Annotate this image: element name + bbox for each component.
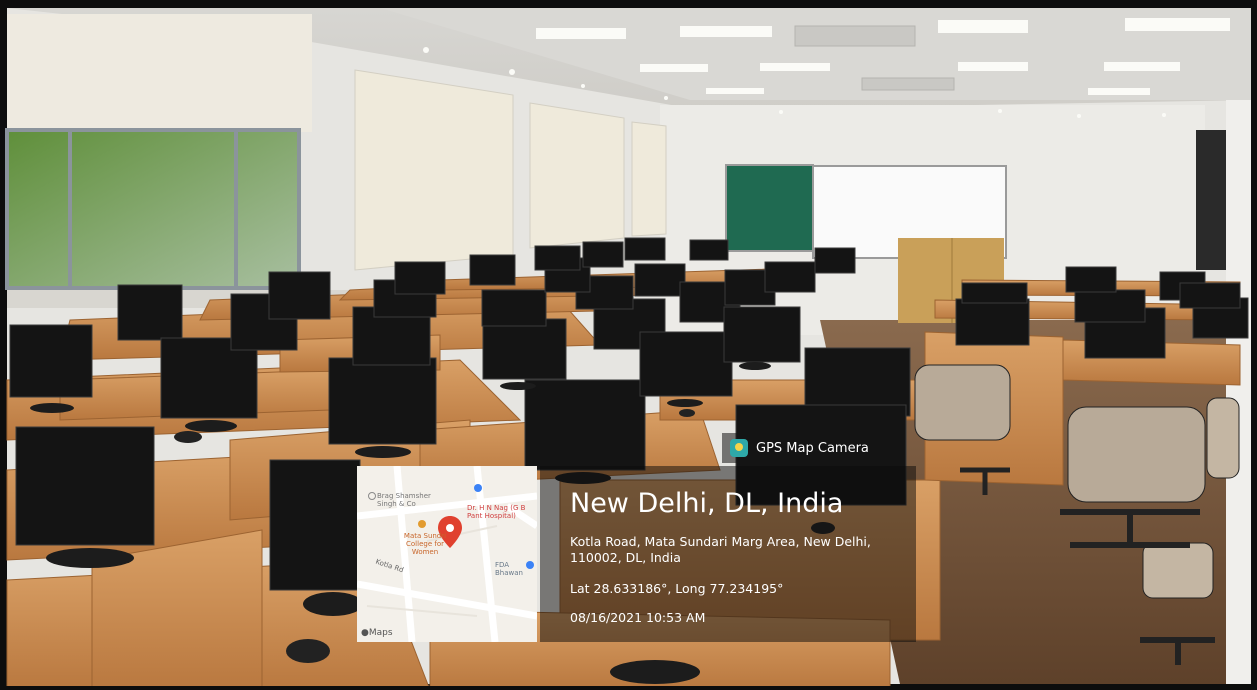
gps-app-badge: GPS Map Camera [722,433,882,463]
address-text: Kotla Road, Mata Sundari Marg Area, New … [570,534,871,565]
map-label-fda: FDA Bhawan [495,561,523,577]
map-label-hospital: Dr. H N Nag (G B Pant Hospital) [467,504,526,520]
map-label-bragg: Brag Shamsher Singh & Co [377,492,431,508]
gps-camera-app-icon [730,439,748,457]
apple-logo-icon: ● [361,628,369,638]
location-info-panel: New Delhi, DL, India Kotla Road, Mata Su… [540,466,916,642]
datetime-text: 08/16/2021 10:53 AM [570,610,706,625]
gps-app-name: GPS Map Camera [756,440,869,456]
coordinates-text: Lat 28.633186°, Long 77.234195° [570,581,784,596]
poi-orange-icon [418,520,426,528]
location-title: New Delhi, DL, India [570,488,844,519]
map-thumbnail: Brag Shamsher Singh & Co Mata Sundri Col… [357,466,537,642]
poi-blue-icon [474,484,482,492]
photo-frame: GPS Map Camera Brag Shamsher Singh & Co … [0,0,1257,690]
map-label-college: Mata Sundri College for Women [403,532,447,556]
maps-watermark: ●Maps [361,628,393,638]
